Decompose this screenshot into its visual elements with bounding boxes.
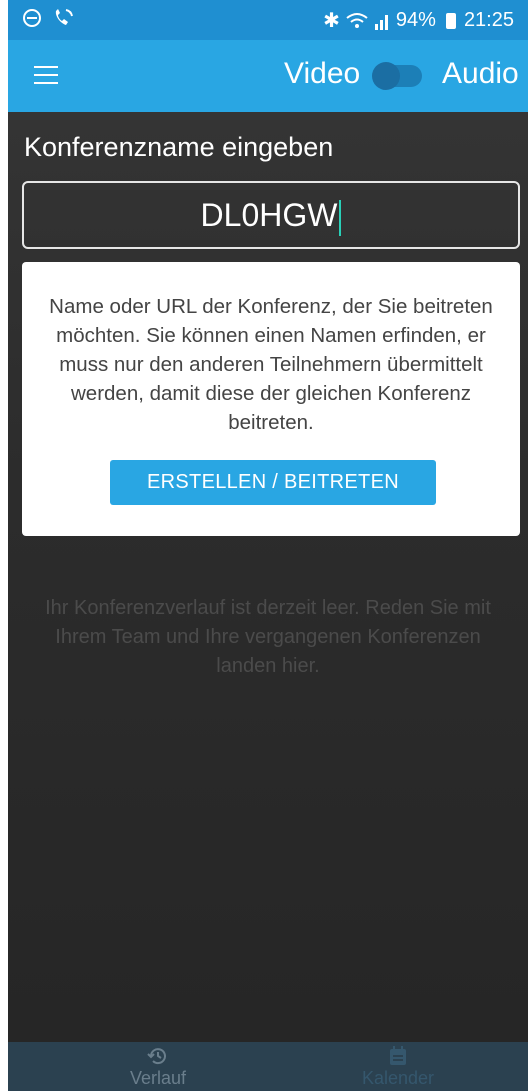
- clock: 21:25: [463, 9, 514, 31]
- info-description: Name oder URL der Konferenz, der Sie bei…: [49, 295, 493, 434]
- dnd-icon: [23, 9, 41, 27]
- bottom-nav: Verlauf Kalender: [8, 1042, 528, 1091]
- status-left: [22, 8, 74, 28]
- video-label: Video: [284, 57, 361, 90]
- status-right: ✱ 94% 21:25: [323, 8, 514, 33]
- conference-name-input[interactable]: DL0HGW: [22, 181, 520, 249]
- bluetooth-icon: ✱: [323, 10, 340, 32]
- nav-kalender[interactable]: Kalender: [318, 1042, 478, 1091]
- battery-percent: 94%: [395, 9, 436, 31]
- status-bar: ✱ 94% 21:25: [8, 0, 528, 40]
- app-bar: Video Audio: [8, 40, 528, 112]
- conference-name-heading: Konferenzname eingeben: [24, 132, 334, 162]
- nav-verlauf-label: Verlauf: [129, 1068, 187, 1088]
- history-icon: [147, 1048, 166, 1065]
- info-card: Name oder URL der Konferenz, der Sie bei…: [22, 262, 520, 536]
- audio-label: Audio: [442, 57, 519, 90]
- battery-icon: [445, 12, 456, 29]
- history-empty-message: Ihr Konferenzverlauf ist derzeit leer. R…: [45, 597, 491, 677]
- wifi-call-icon: [55, 9, 73, 25]
- nav-verlauf[interactable]: Verlauf: [78, 1042, 238, 1091]
- toggle-knob[interactable]: [372, 62, 400, 90]
- wifi-icon: [346, 12, 368, 28]
- nav-kalender-label: Kalender: [361, 1068, 435, 1088]
- text-cursor: [339, 199, 342, 236]
- phone-screen: ✱ 94% 21:25 Video Audio Konferenzname ei…: [8, 0, 528, 1091]
- conference-name-value: DL0HGW: [200, 197, 338, 233]
- main-content: Konferenzname eingeben DL0HGW Name oder …: [8, 112, 528, 1042]
- menu-icon[interactable]: [34, 66, 58, 84]
- create-join-button[interactable]: ERSTELLEN / BEITRETEN: [110, 460, 436, 505]
- signal-icon: [374, 14, 388, 30]
- calendar-icon: [390, 1046, 406, 1065]
- video-audio-toggle[interactable]: [372, 62, 422, 90]
